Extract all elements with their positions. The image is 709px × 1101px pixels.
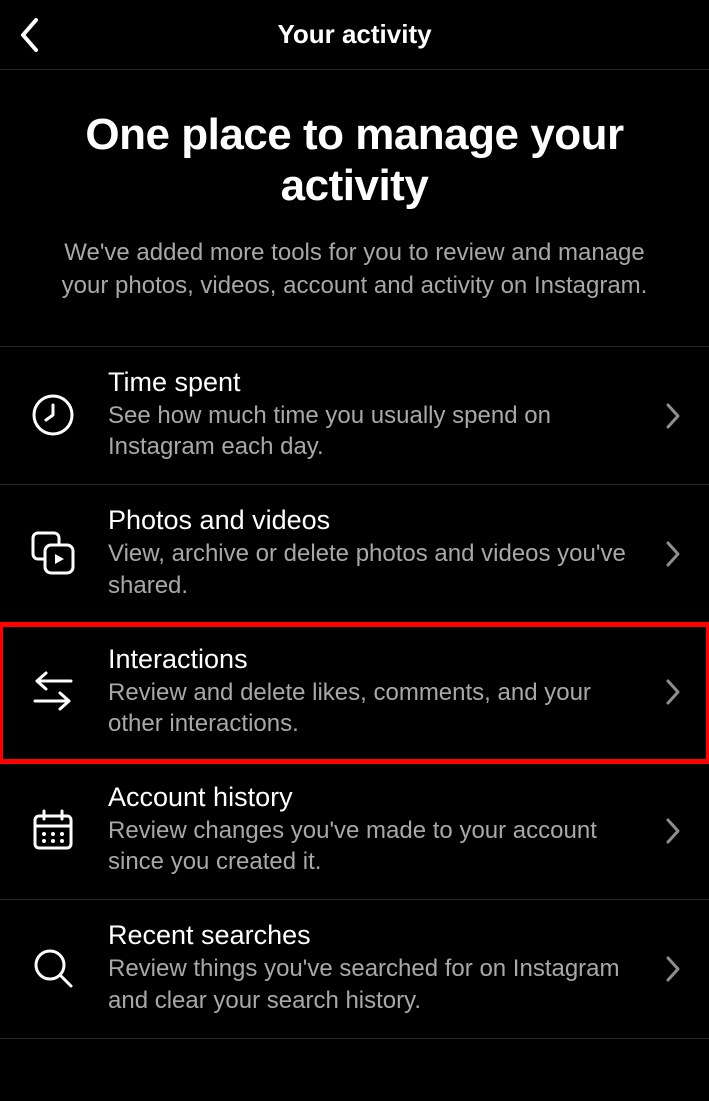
- back-button[interactable]: [18, 17, 40, 53]
- header: Your activity: [0, 0, 709, 70]
- page-title: Your activity: [0, 19, 709, 50]
- row-text: Time spent See how much time you usually…: [108, 367, 681, 462]
- intro-section: One place to manage your activity We've …: [0, 70, 709, 346]
- row-desc: Review and delete likes, comments, and y…: [108, 677, 641, 739]
- row-title: Photos and videos: [108, 505, 641, 536]
- clock-icon: [28, 393, 78, 437]
- row-interactions[interactable]: Interactions Review and delete likes, co…: [0, 624, 709, 762]
- row-desc: See how much time you usually spend on I…: [108, 400, 641, 462]
- intro-subtext: We've added more tools for you to review…: [45, 237, 664, 302]
- row-photos-videos[interactable]: Photos and videos View, archive or delet…: [0, 485, 709, 623]
- row-text: Recent searches Review things you've sea…: [108, 920, 681, 1015]
- chevron-right-icon: [665, 678, 681, 706]
- chevron-right-icon: [665, 402, 681, 430]
- chevron-right-icon: [665, 817, 681, 845]
- chevron-left-icon: [18, 17, 40, 53]
- row-text: Photos and videos View, archive or delet…: [108, 505, 681, 600]
- row-desc: View, archive or delete photos and video…: [108, 538, 641, 600]
- row-title: Account history: [108, 782, 641, 813]
- search-icon: [28, 946, 78, 990]
- row-account-history[interactable]: Account history Review changes you've ma…: [0, 762, 709, 900]
- chevron-right-icon: [665, 540, 681, 568]
- activity-list: Time spent See how much time you usually…: [0, 346, 709, 1039]
- row-desc: Review changes you've made to your accou…: [108, 815, 641, 877]
- row-text: Account history Review changes you've ma…: [108, 782, 681, 877]
- row-title: Recent searches: [108, 920, 641, 951]
- row-recent-searches[interactable]: Recent searches Review things you've sea…: [0, 900, 709, 1038]
- chevron-right-icon: [665, 955, 681, 983]
- photos-videos-icon: [28, 530, 78, 576]
- intro-heading: One place to manage your activity: [45, 110, 664, 211]
- arrows-swap-icon: [28, 669, 78, 713]
- row-desc: Review things you've searched for on Ins…: [108, 953, 641, 1015]
- row-title: Time spent: [108, 367, 641, 398]
- row-text: Interactions Review and delete likes, co…: [108, 644, 681, 739]
- row-time-spent[interactable]: Time spent See how much time you usually…: [0, 347, 709, 485]
- row-title: Interactions: [108, 644, 641, 675]
- calendar-icon: [28, 808, 78, 852]
